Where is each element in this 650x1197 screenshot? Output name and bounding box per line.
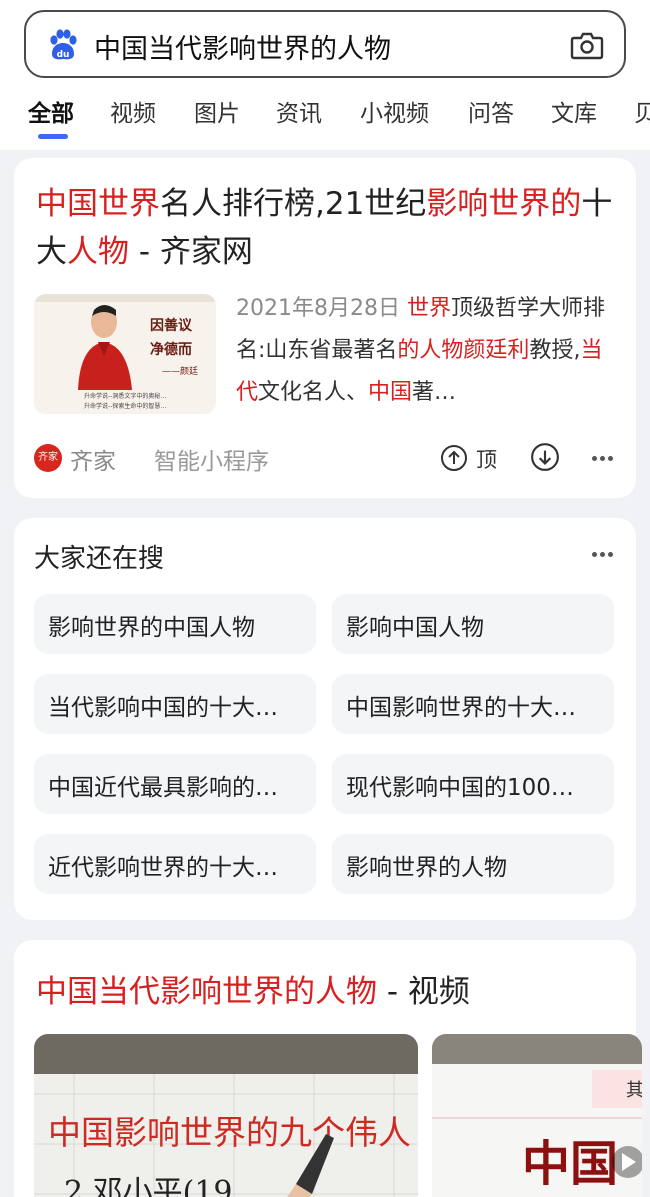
thumb-calligraphy-3: ——颜廷: [162, 365, 198, 377]
title-part: - 齐家网: [129, 234, 253, 270]
upvote-button[interactable]: 顶: [440, 442, 530, 474]
title-part: 名人排行榜,21世纪: [160, 186, 427, 222]
title-part: 影响世界: [426, 186, 551, 222]
source-name: 齐家: [70, 449, 116, 475]
related-search-item[interactable]: 影响中国人物: [332, 594, 614, 654]
snippet-part: 的人物颜廷利: [397, 338, 530, 363]
more-icon[interactable]: [592, 454, 618, 462]
search-result-card: 中国世界名人排行榜,21世纪影响世界的十大人物 - 齐家网 因善议 净德而 ——…: [14, 158, 636, 498]
title-part: 人物: [67, 234, 129, 270]
source-logo: 齐家: [34, 444, 62, 472]
tab-more[interactable]: 贝: [634, 94, 650, 128]
downvote-icon[interactable]: [530, 442, 560, 472]
camera-icon[interactable]: [570, 30, 604, 60]
source-tag: 智能小程序: [154, 449, 269, 475]
upvote-label: 顶: [476, 448, 497, 472]
result-date: 2021年8月28日: [236, 296, 400, 321]
upvote-icon: [441, 445, 467, 471]
active-tab-indicator: [38, 134, 68, 139]
tab-wenku[interactable]: 文库: [551, 94, 597, 128]
tab-images[interactable]: 图片: [194, 94, 240, 128]
snippet-part: 文化名人、: [258, 380, 369, 405]
tab-qa[interactable]: 问答: [468, 94, 514, 128]
tab-video[interactable]: 视频: [110, 94, 156, 128]
video-section-title[interactable]: 中国当代影响世界的人物 - 视频: [36, 966, 470, 1011]
title-part: 中国世界: [36, 186, 160, 222]
search-input[interactable]: 中国当代影响世界的人物: [94, 27, 391, 66]
video-title-suffix: - 视频: [377, 974, 470, 1010]
related-search-item[interactable]: 中国近代最具影响的…: [34, 754, 316, 814]
tab-short-video[interactable]: 小视频: [360, 94, 429, 128]
top-bar: du 中国当代影响世界的人物 全部 视频 图片 资讯 小视频 问答 文库 贝: [0, 0, 650, 150]
svg-text:du: du: [57, 50, 70, 60]
tab-all[interactable]: 全部: [28, 94, 74, 128]
related-search-item[interactable]: 现代影响中国的100…: [332, 754, 614, 814]
title-part: 的: [550, 186, 582, 222]
search-tabs: 全部 视频 图片 资讯 小视频 问答 文库 贝: [0, 90, 650, 140]
related-searches-title: 大家还在搜: [34, 544, 165, 574]
related-search-item[interactable]: 中国影响世界的十大…: [332, 674, 614, 734]
video-thumb-text: 中国: [522, 1136, 618, 1192]
related-search-item[interactable]: 当代影响中国的十大…: [34, 674, 316, 734]
video-thumb-text: 中国影响世界的九个伟人: [48, 1113, 411, 1152]
video-thumb-text-2: 2.邓小平(19: [64, 1175, 233, 1197]
video-thumbnail[interactable]: 中国影响世界的九个伟人 2.邓小平(19: [34, 1034, 418, 1197]
video-title-highlight: 中国当代影响世界的人物: [36, 974, 377, 1010]
thumb-caption-2: 升命学说--探索生命中的智慧…: [84, 402, 166, 410]
thumb-calligraphy-2: 净德而: [150, 341, 192, 358]
baidu-paw-icon[interactable]: du: [46, 28, 80, 62]
related-search-item[interactable]: 近代影响世界的十大…: [34, 834, 316, 894]
related-search-item[interactable]: 影响世界的人物: [332, 834, 614, 894]
search-box[interactable]: du 中国当代影响世界的人物: [24, 10, 626, 78]
related-search-item[interactable]: 影响世界的中国人物: [34, 594, 316, 654]
related-searches-card: 大家还在搜 影响世界的中国人物 影响中国人物 当代影响中国的十大… 中国影响世界…: [14, 518, 636, 920]
snippet-part: 中国: [368, 380, 413, 405]
thumb-caption-1: 升命学说--洞悉文字中的奥秘…: [84, 392, 166, 400]
snippet-part: 著…: [412, 380, 457, 405]
tab-news[interactable]: 资讯: [276, 94, 322, 128]
video-thumbnail[interactable]: 其 中国: [432, 1034, 642, 1197]
thumb-calligraphy-1: 因善议: [150, 317, 193, 334]
video-results-card: 中国当代影响世界的人物 - 视频 中国影响世界的九个伟人 2.邓小平(19 其 …: [14, 940, 642, 1197]
snippet-part: 世界: [406, 296, 451, 321]
snippet-part: 教授,: [529, 338, 581, 363]
result-thumbnail[interactable]: 因善议 净德而 ——颜廷 升命学说--洞悉文字中的奥秘… 升命学说--探索生命中…: [34, 294, 216, 414]
result-title[interactable]: 中国世界名人排行榜,21世纪影响世界的十大人物 - 齐家网: [36, 180, 616, 276]
video-thumb-corner-text: 其: [626, 1080, 642, 1101]
more-icon[interactable]: [592, 550, 618, 558]
result-snippet: 2021年8月28日 世界顶级哲学大师排名:山东省最著名的人物颜廷利教授,当代文…: [236, 288, 616, 414]
